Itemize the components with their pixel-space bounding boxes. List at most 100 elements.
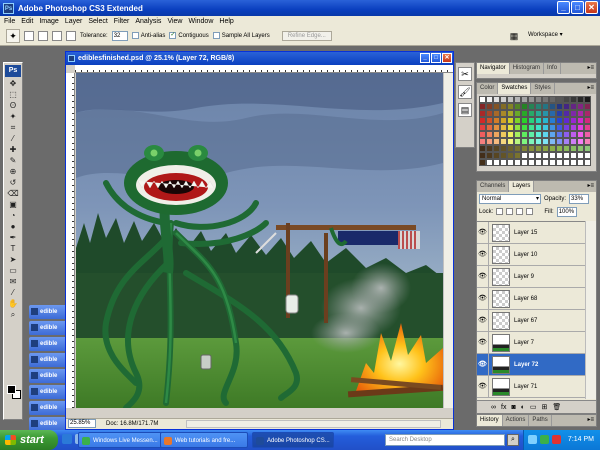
vertical-ruler[interactable] [66, 73, 75, 408]
layer-style-icon[interactable]: fx [501, 404, 506, 411]
fill-input[interactable]: 100% [556, 206, 577, 217]
color-swatch[interactable] [486, 117, 493, 124]
color-swatch[interactable] [521, 159, 528, 166]
opacity-input[interactable]: 33% [569, 193, 590, 204]
color-swatch[interactable] [500, 117, 507, 124]
color-swatch[interactable] [542, 131, 549, 138]
close-button[interactable]: ✕ [585, 1, 598, 14]
menu-view[interactable]: View [167, 18, 182, 25]
menu-window[interactable]: Window [188, 18, 213, 25]
tab-color[interactable]: Color [477, 83, 499, 94]
path-selection-tool-icon[interactable]: ➤ [6, 255, 20, 265]
layer-row[interactable]: 👁 Layer 7 [477, 331, 585, 354]
color-swatch[interactable] [570, 103, 577, 110]
tab-info[interactable]: Info [544, 63, 562, 74]
visibility-eye-icon[interactable]: 👁 [477, 353, 489, 376]
minimize-button[interactable]: _ [557, 1, 570, 14]
anti-alias-checkbox[interactable] [131, 32, 139, 40]
color-swatch[interactable] [500, 96, 507, 103]
visibility-eye-icon[interactable]: 👁 [477, 375, 489, 398]
color-swatch[interactable] [549, 124, 556, 131]
color-swatch[interactable] [486, 110, 493, 117]
color-swatch[interactable] [528, 152, 535, 159]
color-swatch[interactable] [549, 117, 556, 124]
color-swatch[interactable] [514, 145, 521, 152]
layer-row[interactable]: 👁 Layer 72 [477, 353, 585, 376]
color-swatch[interactable] [479, 152, 486, 159]
desktop-search-input[interactable]: Search Desktop [385, 434, 505, 446]
toolbox-logo[interactable]: Ps [5, 65, 21, 77]
panel-menu-icon[interactable]: ▸≡ [587, 83, 596, 94]
tab-swatches[interactable]: Swatches [498, 83, 532, 94]
color-swatch[interactable] [584, 110, 591, 117]
pen-tool-icon[interactable]: ✒ [6, 233, 20, 243]
color-swatch[interactable] [584, 131, 591, 138]
color-swatch[interactable] [507, 96, 514, 103]
add-selection-icon[interactable] [38, 31, 48, 41]
color-swatch[interactable] [500, 103, 507, 110]
blur-tool-icon[interactable]: ◔ [6, 211, 20, 221]
color-swatch[interactable] [514, 152, 521, 159]
color-swatch[interactable] [486, 124, 493, 131]
minimized-document[interactable]: edible [29, 353, 67, 367]
color-swatch[interactable] [549, 159, 556, 166]
color-swatch[interactable] [584, 152, 591, 159]
doc-maximize-button[interactable]: □ [431, 53, 441, 63]
color-swatch[interactable] [535, 145, 542, 152]
layer-comps-panel-icon[interactable]: ▤ [458, 103, 472, 117]
color-swatch[interactable] [514, 103, 521, 110]
color-swatch[interactable] [535, 96, 542, 103]
layer-row[interactable]: 👁 Layer 9 [477, 265, 585, 288]
color-swatch[interactable] [542, 159, 549, 166]
color-swatch[interactable] [479, 110, 486, 117]
color-swatch[interactable] [570, 159, 577, 166]
layer-row[interactable]: 👁 Layer 68 [477, 287, 585, 310]
color-swatch[interactable] [556, 145, 563, 152]
sample-all-option[interactable]: Sample All Layers [212, 32, 270, 40]
hand-tool-icon[interactable]: ✋ [6, 299, 20, 309]
marquee-tool-icon[interactable]: ⬚ [6, 90, 20, 100]
color-swatch[interactable] [493, 131, 500, 138]
color-swatch[interactable] [528, 159, 535, 166]
maximize-button[interactable]: □ [571, 1, 584, 14]
magic-wand-preset-icon[interactable]: ✦ [6, 29, 20, 43]
color-swatch[interactable] [556, 117, 563, 124]
panel-menu-icon[interactable]: ▸≡ [587, 181, 596, 192]
blend-mode-select[interactable]: Normal [479, 193, 541, 204]
color-swatch[interactable] [563, 96, 570, 103]
minimized-document[interactable]: edible [29, 401, 67, 415]
tab-histogram[interactable]: Histogram [510, 63, 545, 74]
menu-help[interactable]: Help [219, 18, 233, 25]
tolerance-input[interactable]: 32 [111, 31, 128, 41]
doc-close-button[interactable]: ✕ [442, 53, 452, 63]
color-swatch[interactable] [507, 124, 514, 131]
color-swatch[interactable] [514, 110, 521, 117]
color-swatch[interactable] [584, 124, 591, 131]
color-swatch[interactable] [563, 131, 570, 138]
color-swatch[interactable] [549, 152, 556, 159]
new-selection-icon[interactable] [24, 31, 34, 41]
color-swatch[interactable] [563, 152, 570, 159]
color-swatch[interactable] [542, 103, 549, 110]
minimized-document[interactable]: edible [29, 337, 67, 351]
tab-paths[interactable]: Paths [529, 415, 552, 426]
lock-transparent-icon[interactable] [496, 208, 504, 215]
doc-minimize-button[interactable]: _ [420, 53, 430, 63]
color-swatch[interactable] [584, 117, 591, 124]
intersect-selection-icon[interactable] [66, 31, 76, 41]
lock-image-icon[interactable] [506, 208, 514, 215]
magic-wand-tool-icon[interactable]: ✦ [6, 112, 20, 122]
color-swatch[interactable] [577, 110, 584, 117]
color-swatch[interactable] [514, 138, 521, 145]
color-swatch[interactable] [570, 117, 577, 124]
color-swatch[interactable] [542, 138, 549, 145]
tab-actions[interactable]: Actions [503, 415, 530, 426]
color-swatch[interactable] [584, 96, 591, 103]
color-swatch[interactable] [535, 152, 542, 159]
start-button[interactable]: start [0, 430, 58, 450]
document-title-bar[interactable]: ediblesfinished.psd @ 25.1% (Layer 72, R… [66, 52, 453, 65]
color-swatch[interactable] [535, 124, 542, 131]
canvas-horizontal-scrollbar[interactable] [186, 420, 441, 428]
color-swatch[interactable] [500, 159, 507, 166]
color-swatch[interactable] [514, 96, 521, 103]
